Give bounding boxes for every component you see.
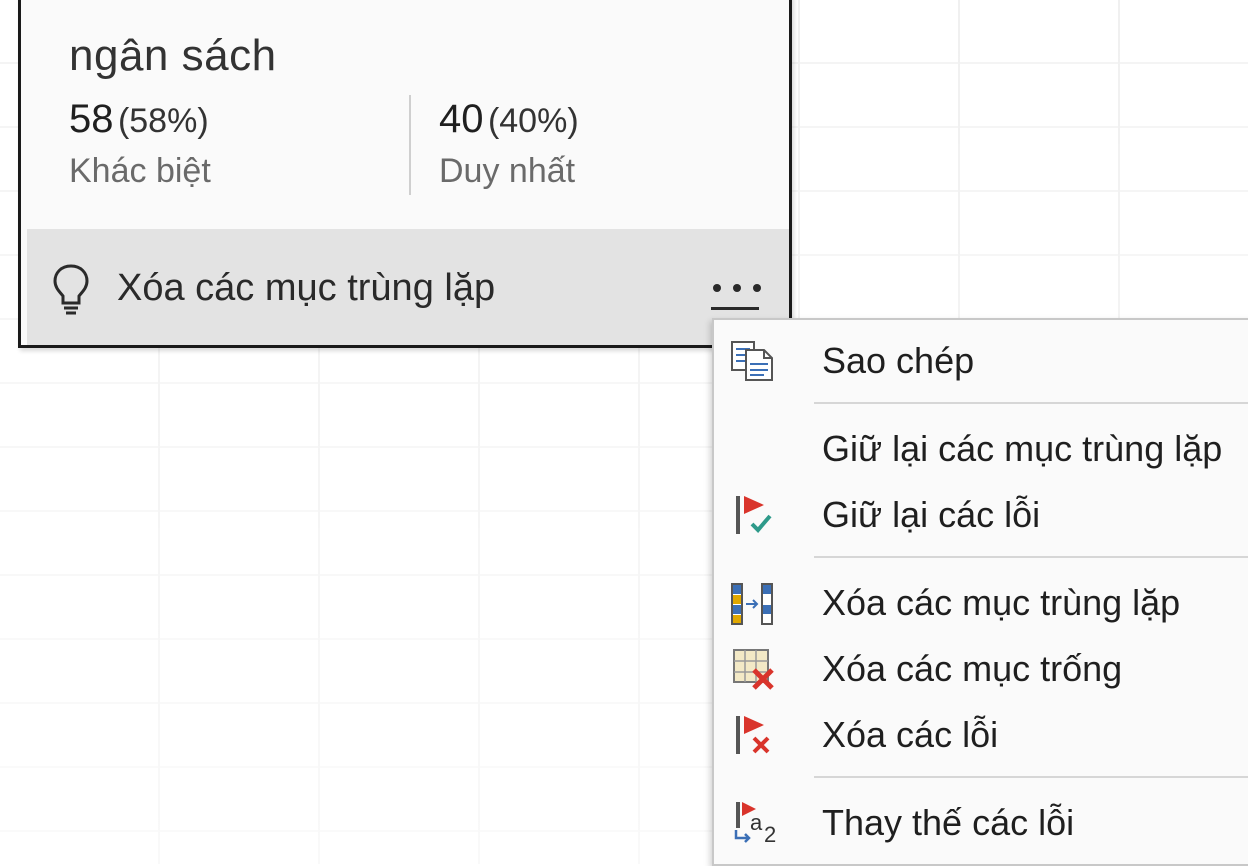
menu-item-label: Giữ lại các mục trùng lặp bbox=[822, 428, 1223, 469]
menu-item-label: Sao chép bbox=[822, 340, 975, 381]
column-name: ngân sách bbox=[69, 31, 277, 80]
stat-unique-value: 40 bbox=[439, 97, 484, 141]
stat-distinct-percent: (58%) bbox=[117, 102, 209, 140]
lightbulb-icon bbox=[53, 264, 89, 315]
stat-distinct-label: Khác biệt bbox=[69, 152, 211, 190]
menu-item-copy[interactable]: Sao chép bbox=[714, 328, 1248, 390]
menu-item-remove-duplicates[interactable]: Xóa các mục trùng lặp bbox=[714, 570, 1248, 632]
menu-item-keep-duplicates[interactable]: Giữ lại các mục trùng lặp bbox=[714, 416, 1248, 478]
stat-unique-percent: (40%) bbox=[487, 102, 579, 140]
menu-separator bbox=[814, 556, 1248, 558]
suggestion-text[interactable]: Xóa các mục trùng lặp bbox=[117, 267, 495, 310]
remove-empty-icon bbox=[733, 649, 774, 690]
more-options-button[interactable] bbox=[713, 273, 761, 303]
more-options-icon bbox=[713, 284, 721, 292]
menu-item-label: Xóa các mục trùng lặp bbox=[822, 582, 1181, 623]
keep-errors-icon bbox=[736, 496, 772, 534]
stat-unique-label: Duy nhất bbox=[439, 152, 576, 190]
menu-separator bbox=[814, 776, 1248, 778]
copy-icon bbox=[731, 341, 773, 381]
menu-item-label: Giữ lại các lỗi bbox=[822, 494, 1041, 535]
stat-distinct: 58 (58%) Khác biệt bbox=[69, 97, 211, 191]
menu-item-label: Xóa các lỗi bbox=[822, 714, 999, 755]
remove-errors-icon bbox=[736, 716, 770, 754]
more-options-dot bbox=[733, 284, 741, 292]
suggestion-bar[interactable]: Xóa các mục trùng lặp bbox=[27, 229, 789, 345]
menu-item-remove-errors[interactable]: Xóa các lỗi bbox=[714, 702, 1248, 764]
menu-item-remove-empty[interactable]: Xóa các mục trống bbox=[714, 636, 1248, 698]
replace-errors-icon: a 2 bbox=[734, 802, 776, 846]
stat-divider bbox=[409, 95, 411, 195]
svg-text:2: 2 bbox=[764, 822, 776, 846]
stat-distinct-value: 58 bbox=[69, 97, 114, 141]
stat-unique: 40 (40%) Duy nhất bbox=[439, 97, 579, 191]
menu-item-replace-errors[interactable]: a 2 Thay thế các lỗi bbox=[714, 790, 1248, 852]
menu-item-label: Xóa các mục trống bbox=[822, 648, 1123, 689]
more-options-dot bbox=[753, 284, 761, 292]
menu-item-keep-errors[interactable]: Giữ lại các lỗi bbox=[714, 482, 1248, 544]
context-menu: Sao chép Giữ lại các mục trùng lặp Giữ l… bbox=[712, 318, 1248, 866]
menu-item-label: Thay thế các lỗi bbox=[822, 802, 1075, 843]
column-profile-card: ngân sách 58 (58%) Khác biệt 40 (40%) Du… bbox=[18, 0, 792, 348]
menu-separator bbox=[814, 402, 1248, 404]
svg-text:a: a bbox=[750, 810, 763, 835]
more-options-focus-indicator bbox=[711, 307, 759, 310]
remove-duplicates-icon bbox=[731, 583, 773, 625]
